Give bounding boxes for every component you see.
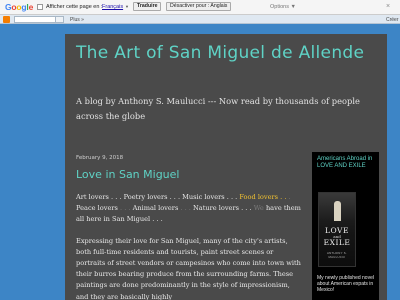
close-icon[interactable]: × xyxy=(386,3,390,10)
post-title[interactable]: Love in San Miguel xyxy=(76,168,179,181)
disable-translation-button[interactable]: Désactiver pour : Anglais xyxy=(166,2,232,11)
navbar-search-button[interactable] xyxy=(56,16,64,23)
blogger-logo-icon[interactable] xyxy=(3,16,10,23)
translate-button[interactable]: Traduire xyxy=(133,2,162,11)
google-logo: Google xyxy=(5,2,34,12)
options-menu[interactable]: Options ▼ xyxy=(270,4,296,10)
post-paragraph-1: Art lovers . . . Poetry lovers . . . Mus… xyxy=(76,193,301,224)
close-checkbox-icon[interactable] xyxy=(37,3,43,10)
post-date: February 9, 2018 xyxy=(76,155,124,161)
post-body: Art lovers . . . Poetry lovers . . . Mus… xyxy=(76,192,304,300)
book-cover-figure xyxy=(334,201,341,221)
blog-main-card: The Art of San Miguel de Allende A blog … xyxy=(65,34,387,300)
book-cover-title-exile: EXILE xyxy=(323,238,351,247)
translate-bar: Google Afficher cette page en : Français… xyxy=(0,0,400,15)
blog-description: A blog by Anthony S. Maulucci --- Now re… xyxy=(76,96,360,121)
navbar-create-link[interactable]: Créer xyxy=(386,17,399,23)
navbar-search-input[interactable] xyxy=(14,16,56,23)
book-cover-image[interactable]: LOVE and EXILE ANTHONY S. MAULUCCI xyxy=(318,192,356,267)
sidebar-caption: My newly published novel about American … xyxy=(317,275,374,293)
language-select[interactable]: Français xyxy=(102,4,123,10)
translate-prompt: Afficher cette page en : xyxy=(46,4,103,10)
blogger-navbar: Plus » Créer xyxy=(0,15,400,24)
book-cover-author: ANTHONY S. MAULUCCI xyxy=(326,251,348,259)
navbar-more-link[interactable]: Plus » xyxy=(70,17,84,23)
dropdown-arrow-icon[interactable]: ▼ xyxy=(125,4,129,9)
post-paragraph-2: Expressing their love for San Miguel, ma… xyxy=(76,236,301,300)
blog-title[interactable]: The Art of San Miguel de Allende xyxy=(76,43,381,64)
sidebar-book-widget: Americans Abroad in LOVE AND EXILE LOVE … xyxy=(312,152,379,300)
sidebar-widget-title: Americans Abroad in LOVE AND EXILE xyxy=(317,156,373,170)
